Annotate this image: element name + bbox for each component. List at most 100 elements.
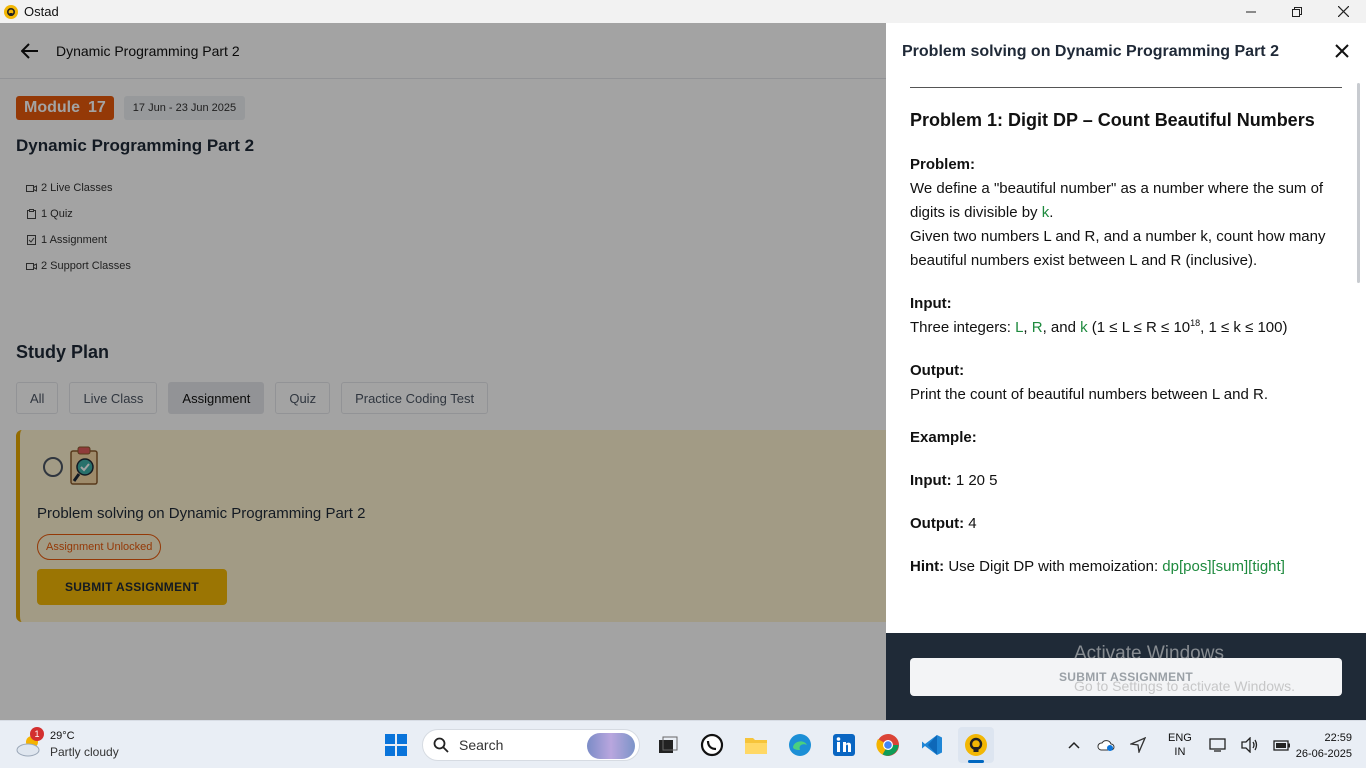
weather-description: Partly cloudy	[50, 745, 119, 759]
output-section: Output: Print the count of beautiful num…	[910, 359, 1342, 407]
task-view-icon	[659, 736, 678, 753]
hint-code: dp[pos][sum][tight]	[1162, 558, 1285, 575]
input-text: Three integers:	[910, 319, 1016, 336]
hint-text: Use Digit DP with memoization:	[944, 558, 1163, 575]
search-highlight-art	[587, 733, 635, 759]
ostad-app-button[interactable]	[958, 727, 994, 763]
window-title-bar: Ostad	[0, 0, 1366, 23]
drawer-footer: SUBMIT ASSIGNMENT Activate Windows Go to…	[886, 633, 1366, 720]
folder-icon	[745, 738, 767, 754]
input-section: Input: Three integers: L, R, and k (1 ≤ …	[910, 292, 1342, 340]
output-label: Output:	[910, 362, 965, 379]
linkedin-icon	[833, 734, 855, 756]
whatsapp-icon	[700, 733, 724, 757]
vscode-button[interactable]	[914, 727, 950, 763]
speaker-icon	[1241, 737, 1257, 753]
clock-time: 22:59	[1324, 732, 1352, 744]
network-icon	[1209, 738, 1226, 752]
chrome-icon	[876, 734, 899, 756]
variable-k: k	[1080, 319, 1088, 336]
problem-line-1: We define a "beautiful number" as a numb…	[910, 180, 1324, 221]
chrome-button[interactable]	[870, 727, 906, 763]
volume-button[interactable]	[1236, 731, 1264, 759]
edge-icon	[789, 734, 811, 756]
example-output-label: Output:	[910, 515, 965, 532]
exponent: 18	[1190, 318, 1201, 328]
drawer-body[interactable]: Problem 1: Digit DP – Count Beautiful Nu…	[886, 80, 1366, 633]
window-title: Ostad	[24, 4, 59, 19]
punctuation: .	[1049, 204, 1054, 221]
minimize-button[interactable]	[1228, 0, 1274, 23]
example-output: Output: 4	[910, 512, 1342, 536]
constraint-text: (1 ≤ L ≤ R ≤ 10	[1087, 319, 1191, 336]
location-arrow-icon	[1130, 737, 1146, 753]
battery-charging-icon	[1273, 740, 1290, 751]
assignment-drawer: Problem solving on Dynamic Programming P…	[886, 23, 1366, 720]
onedrive-button[interactable]	[1092, 731, 1120, 759]
close-drawer-button[interactable]	[1332, 41, 1352, 61]
location-button[interactable]	[1124, 731, 1152, 759]
activate-windows-watermark: Activate Windows	[1074, 643, 1224, 664]
hint-label: Hint:	[910, 558, 945, 575]
problem-label: Problem:	[910, 156, 976, 173]
taskbar-search[interactable]: Search	[422, 729, 640, 761]
network-button[interactable]	[1204, 731, 1232, 759]
close-icon	[1335, 44, 1349, 58]
problem-line-2: Given two numbers L and R, and a number …	[910, 228, 1326, 269]
vscode-icon	[922, 735, 942, 755]
input-label: Input:	[910, 295, 952, 312]
language-code: ENG	[1168, 732, 1192, 744]
example-input-label: Input:	[910, 472, 952, 489]
whatsapp-button[interactable]	[694, 727, 730, 763]
show-hidden-icons-button[interactable]	[1060, 731, 1088, 759]
activate-windows-subtext: Go to Settings to activate Windows.	[1074, 678, 1295, 694]
example-input: Input: 1 20 5	[910, 469, 1342, 493]
problem-section: Problem: We define a "beautiful number" …	[910, 153, 1342, 273]
region-code: IN	[1174, 746, 1186, 758]
windows-logo-icon	[385, 734, 407, 756]
close-window-button[interactable]	[1320, 0, 1366, 23]
drawer-scrollbar[interactable]	[1357, 83, 1360, 283]
example-output-value: 4	[964, 515, 977, 532]
separator: ,	[1023, 319, 1032, 336]
cloud-icon	[1097, 740, 1115, 751]
search-icon	[433, 737, 449, 753]
task-view-button[interactable]	[650, 727, 686, 763]
weather-widget[interactable]: 1 29°C Partly cloudy	[16, 727, 156, 763]
taskbar-apps: Search	[378, 725, 1002, 765]
system-tray: ENG IN	[1060, 721, 1300, 768]
file-explorer-button[interactable]	[738, 727, 774, 763]
restore-icon	[1292, 6, 1302, 17]
language-indicator[interactable]: ENG IN	[1168, 731, 1192, 759]
drawer-title: Problem solving on Dynamic Programming P…	[902, 42, 1279, 60]
chevron-up-icon	[1068, 741, 1080, 749]
linkedin-button[interactable]	[826, 727, 862, 763]
ostad-icon	[965, 734, 987, 756]
constraint-text: , 1 ≤ k ≤ 100)	[1200, 319, 1288, 336]
hint-section: Hint: Use Digit DP with memoization: dp[…	[910, 555, 1342, 579]
divider	[910, 87, 1342, 88]
modal-backdrop[interactable]	[0, 23, 886, 720]
start-button[interactable]	[378, 727, 414, 763]
battery-button[interactable]	[1268, 731, 1296, 759]
output-text: Print the count of beautiful numbers bet…	[910, 386, 1269, 403]
ostad-logo-icon	[4, 4, 18, 19]
clock[interactable]: 22:59 26-06-2025	[1296, 730, 1352, 762]
variable-r: R	[1031, 319, 1043, 336]
drawer-header: Problem solving on Dynamic Programming P…	[886, 23, 1366, 80]
weather-temperature: 29°C	[50, 730, 75, 742]
minimize-icon	[1246, 11, 1256, 12]
close-icon	[1337, 6, 1349, 17]
clock-date: 26-06-2025	[1295, 748, 1352, 760]
example-label: Example:	[910, 429, 977, 446]
notification-badge: 1	[30, 727, 44, 741]
edge-button[interactable]	[782, 727, 818, 763]
separator: , and	[1042, 319, 1081, 336]
problem-title: Problem 1: Digit DP – Count Beautiful Nu…	[910, 110, 1315, 130]
example-input-value: 1 20 5	[951, 472, 998, 489]
main-content: Dynamic Programming Part 2 Module 17 17 …	[0, 23, 886, 720]
search-placeholder: Search	[459, 737, 504, 753]
example-section: Example:	[910, 426, 1342, 450]
restore-button[interactable]	[1274, 0, 1320, 23]
taskbar: 1 29°C Partly cloudy Search ENG IN 22:59…	[0, 720, 1366, 768]
